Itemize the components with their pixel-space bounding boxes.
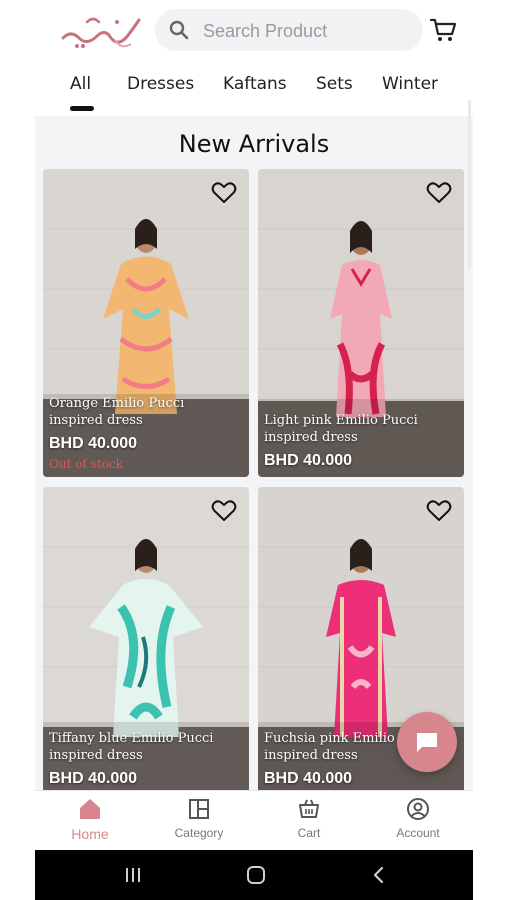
tab-dresses[interactable]: Dresses	[127, 74, 194, 94]
recent-apps-icon[interactable]	[123, 865, 143, 885]
cart-icon	[299, 799, 319, 818]
product-name: Light pink Emilio Pucci inspired dress	[264, 413, 418, 445]
tab-kaftans[interactable]: Kaftans	[223, 74, 287, 94]
nav-home[interactable]: Home	[35, 797, 145, 842]
nav-account[interactable]: Account	[363, 797, 473, 840]
chat-button[interactable]	[397, 712, 457, 772]
product-name: Orange Emilio Pucci inspired dress	[49, 396, 185, 428]
nav-category[interactable]: Category	[144, 797, 254, 840]
tab-all[interactable]: All	[70, 74, 91, 94]
account-icon	[407, 798, 429, 820]
nav-home-label: Home	[71, 826, 109, 842]
product-card[interactable]: Light pink Emilio Pucci inspired dress B…	[258, 169, 464, 477]
home-icon	[80, 799, 100, 819]
top-bar	[35, 0, 473, 62]
product-card[interactable]: Orange Emilio Pucci inspired dress BHD 4…	[43, 169, 249, 477]
brand-logo[interactable]	[57, 8, 143, 54]
heart-icon[interactable]	[211, 499, 237, 523]
search-bar[interactable]	[155, 9, 423, 53]
nav-cart[interactable]: Cart	[254, 797, 364, 840]
app-screen: All Dresses Kaftans Sets Winter New Arri…	[35, 0, 473, 900]
heart-icon[interactable]	[211, 181, 237, 205]
product-photo	[43, 169, 249, 477]
product-name: Tiffany blue Emilio Pucci inspired dress	[49, 731, 214, 763]
scrollbar[interactable]	[468, 100, 471, 270]
cart-icon[interactable]	[429, 16, 457, 44]
home-button-icon[interactable]	[246, 865, 266, 885]
heart-icon[interactable]	[426, 181, 452, 205]
system-navigation-bar	[35, 850, 473, 900]
product-price: BHD 40.000	[49, 435, 138, 452]
tab-winter[interactable]: Winter	[382, 74, 438, 94]
category-tabs: All Dresses Kaftans Sets Winter	[35, 62, 473, 116]
chat-icon	[417, 733, 437, 752]
back-icon[interactable]	[369, 865, 389, 885]
nav-account-label: Account	[396, 826, 440, 840]
active-tab-indicator	[70, 106, 94, 111]
stock-status: Out of stock	[49, 457, 123, 471]
nav-category-label: Category	[174, 826, 224, 840]
search-input[interactable]	[201, 9, 415, 53]
product-price: BHD 40.000	[264, 770, 353, 787]
product-feed[interactable]: New Arrivals Orange Emilio Pucci inspire…	[35, 116, 473, 790]
heart-icon[interactable]	[426, 499, 452, 523]
product-card[interactable]: Tiffany blue Emilio Pucci inspired dress…	[43, 487, 249, 790]
nav-cart-label: Cart	[297, 826, 321, 840]
category-icon	[189, 799, 209, 819]
product-price: BHD 40.000	[264, 452, 353, 469]
search-icon	[169, 20, 189, 40]
tab-sets[interactable]: Sets	[316, 74, 353, 94]
section-title: New Arrivals	[178, 130, 330, 158]
bottom-navigation: Home Category Cart Account	[35, 790, 473, 851]
product-price: BHD 40.000	[49, 770, 138, 787]
